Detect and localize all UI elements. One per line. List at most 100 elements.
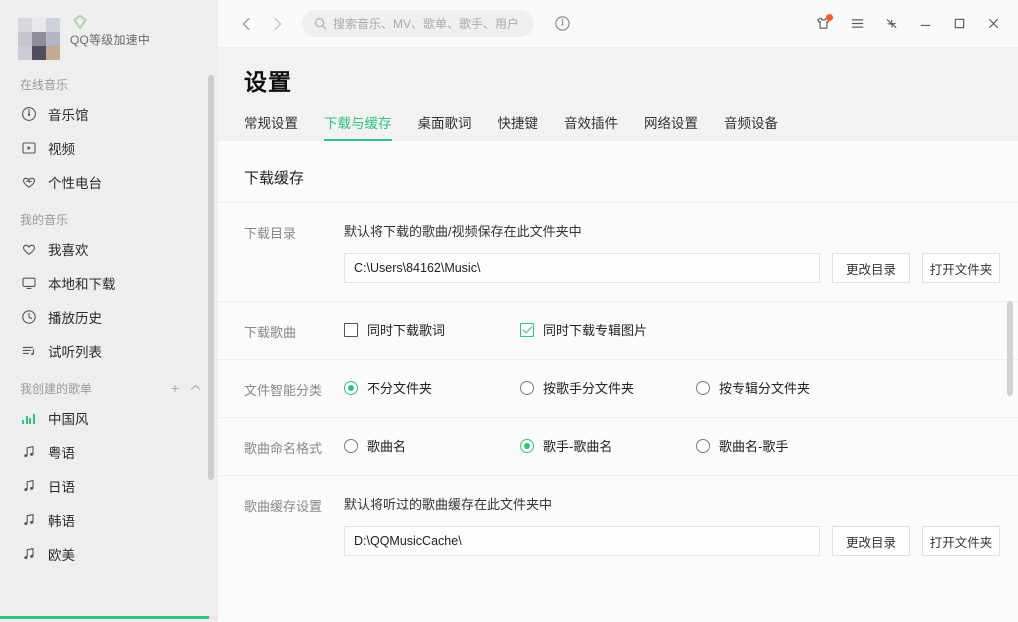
qq-music-window: QQ等级加速中 在线音乐 音乐馆 视频 [0,0,1018,622]
row-label: 下载歌曲 [244,320,344,341]
radio-by-artist[interactable]: 按歌手分文件夹 [520,378,696,397]
sidebar-item-trial-list[interactable]: 试听列表 [0,334,218,368]
sidebar-item-label: 我喜欢 [48,239,89,259]
download-cache-panel: 下载缓存 下载目录 默认将下载的歌曲/视频保存在此文件夹中 C:\Users\8… [218,141,1018,622]
radio-artist-song[interactable]: 歌手-歌曲名 [520,436,696,455]
radio-circle [696,439,710,453]
add-playlist-icon[interactable]: + [171,381,179,396]
checkbox-label: 同时下载专辑图片 [543,320,647,339]
sidebar-item-playlist-cantonese[interactable]: 粤语 [0,435,218,469]
sidebar-scrollbar[interactable] [208,75,214,480]
cache-change-directory-button[interactable]: 更改目录 [832,526,910,556]
radio-label: 歌曲名-歌手 [719,436,788,455]
row-label: 歌曲命名格式 [244,436,344,457]
radio-label: 不分文件夹 [367,378,432,397]
collapse-chevron-icon[interactable] [189,381,202,396]
skin-icon[interactable] [808,9,838,39]
sleep-timer-icon[interactable] [548,10,576,38]
checkbox-download-album-art[interactable]: 同时下载专辑图片 [520,320,647,339]
tab-general[interactable]: 常规设置 [244,112,298,141]
sidebar-item-label: 欧美 [48,544,75,564]
settings-content: 设置 常规设置 下载与缓存 桌面歌词 快捷键 音效插件 网络设置 音频设备 下载… [218,48,1018,622]
close-icon[interactable] [978,9,1008,39]
tab-network[interactable]: 网络设置 [644,112,698,141]
user-level-label: QQ等级加速中 [70,31,150,48]
sidebar-item-personal-radio[interactable]: 个性电台 [0,165,218,199]
window-controls [808,9,1008,39]
note-icon [20,444,37,461]
sidebar-item-favorites[interactable]: 我喜欢 [0,232,218,266]
cache-open-folder-button[interactable]: 打开文件夹 [922,526,1000,556]
nav-group-online-music: 在线音乐 [0,72,218,97]
monitor-icon [20,275,37,292]
radio-circle [696,381,710,395]
tab-audio-device[interactable]: 音频设备 [724,112,778,141]
radio-by-album[interactable]: 按专辑分文件夹 [696,378,810,397]
sidebar-item-label: 韩语 [48,510,75,530]
menu-icon[interactable] [842,9,872,39]
nav-group-title-label: 我创建的歌单 [20,380,171,397]
download-path-input[interactable]: C:\Users\84162\Music\ [344,253,820,283]
tab-download-cache[interactable]: 下载与缓存 [324,112,392,141]
sidebar-item-playlist-western[interactable]: 欧美 [0,537,218,571]
row-cache-setting: 歌曲缓存设置 默认将听过的歌曲缓存在此文件夹中 D:\QQMusicCache\… [218,475,1018,574]
settings-tabs: 常规设置 下载与缓存 桌面歌词 快捷键 音效插件 网络设置 音频设备 [244,112,1018,141]
sidebar-item-label: 视频 [48,138,75,158]
forward-button[interactable] [262,9,292,39]
row-download-directory: 下载目录 默认将下载的歌曲/视频保存在此文件夹中 C:\Users\84162\… [218,202,1018,301]
radio-no-folder[interactable]: 不分文件夹 [344,378,520,397]
mini-mode-icon[interactable] [876,9,906,39]
video-icon [20,140,37,157]
row-download-song: 下载歌曲 同时下载歌词 同时下载专辑图片 [218,301,1018,359]
checkbox-box [520,323,534,337]
sidebar-item-playlist-korean[interactable]: 韩语 [0,503,218,537]
sidebar-item-video[interactable]: 视频 [0,131,218,165]
sidebar-item-playlist-japanese[interactable]: 日语 [0,469,218,503]
content-scrollbar[interactable] [1007,301,1013,396]
sidebar-item-label: 粤语 [48,442,75,462]
sidebar-item-music-hall[interactable]: 音乐馆 [0,97,218,131]
sidebar-item-label: 中国风 [48,408,89,428]
diamond-icon [72,14,88,30]
page-title: 设置 [244,70,1018,95]
note-icon [20,512,37,529]
playlist-note-icon [20,343,37,360]
note-icon [20,546,37,563]
sidebar-item-playlist-chinese-style[interactable]: 中国风 [0,401,218,435]
search-input[interactable]: 搜索音乐、MV、歌单、歌手、用户 [302,10,534,37]
radio-circle [520,439,534,453]
playback-progress-bar[interactable] [0,616,218,619]
open-folder-button[interactable]: 打开文件夹 [922,253,1000,283]
row-naming-format: 歌曲命名格式 歌曲名 歌手-歌曲名 [218,417,1018,475]
avatar[interactable] [18,18,60,60]
titlebar: 搜索音乐、MV、歌单、歌手、用户 [218,0,1018,48]
clock-icon [20,309,37,326]
sidebar-item-label: 音乐馆 [48,104,89,124]
tab-shortcuts[interactable]: 快捷键 [498,112,539,141]
back-button[interactable] [232,9,262,39]
minimize-icon[interactable] [910,9,940,39]
radio-song-artist[interactable]: 歌曲名-歌手 [696,436,788,455]
sidebar-item-play-history[interactable]: 播放历史 [0,300,218,334]
main-area: 搜索音乐、MV、歌单、歌手、用户 [218,0,1018,622]
tab-desktop-lyrics[interactable]: 桌面歌词 [418,112,472,141]
sidebar: QQ等级加速中 在线音乐 音乐馆 视频 [0,0,218,622]
nav-group-title-label: 我的音乐 [20,211,218,228]
row-file-classification: 文件智能分类 不分文件夹 按歌手分文件夹 [218,359,1018,417]
checkbox-download-lyrics[interactable]: 同时下载歌词 [344,320,520,339]
user-profile[interactable]: QQ等级加速中 [0,0,218,64]
radio-label: 歌手-歌曲名 [543,436,612,455]
sidebar-item-local-and-download[interactable]: 本地和下载 [0,266,218,300]
cache-path-input[interactable]: D:\QQMusicCache\ [344,526,820,556]
notification-badge [826,14,833,21]
change-directory-button[interactable]: 更改目录 [832,253,910,283]
user-meta: QQ等级加速中 [70,31,150,48]
tab-audio-effects[interactable]: 音效插件 [564,112,618,141]
cache-hint: 默认将听过的歌曲缓存在此文件夹中 [344,494,1000,513]
radio-song-name[interactable]: 歌曲名 [344,436,520,455]
search-icon [314,17,327,30]
equalizer-playing-icon [20,410,37,427]
maximize-icon[interactable] [944,9,974,39]
row-label: 歌曲缓存设置 [244,494,344,515]
sidebar-item-label: 试听列表 [48,341,102,361]
